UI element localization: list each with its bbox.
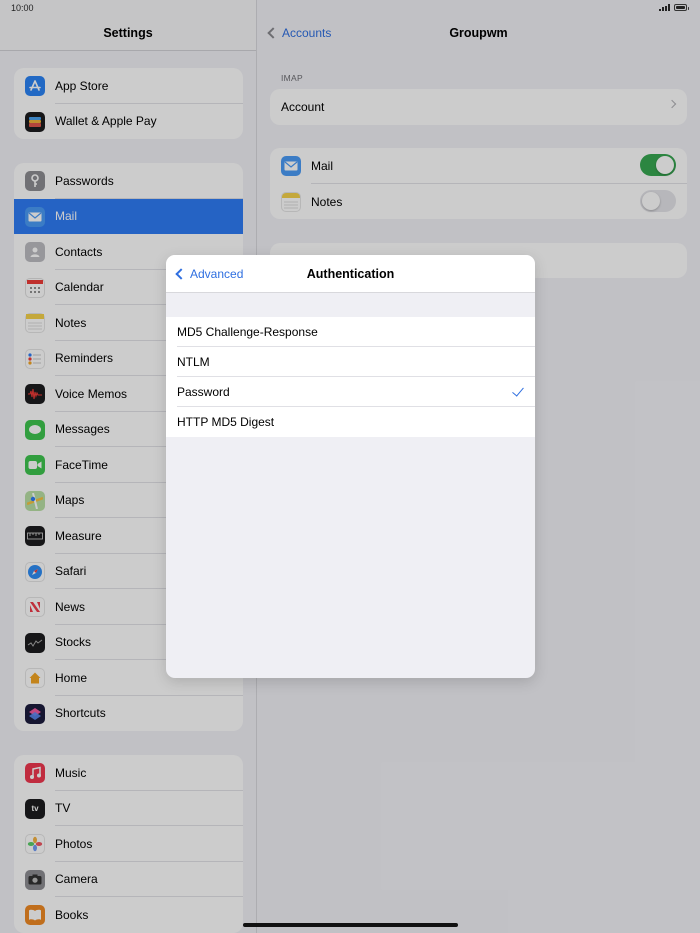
- modal-title: Authentication: [306, 267, 395, 281]
- authentication-modal: Advanced Authentication MD5 Challenge-Re…: [166, 255, 535, 678]
- auth-option-http-md5-digest[interactable]: HTTP MD5 Digest: [166, 407, 535, 437]
- status-indicators: [659, 4, 689, 11]
- status-bar: 10:00: [0, 0, 700, 18]
- cellular-signal-icon: [659, 4, 670, 11]
- checkmark-icon: [512, 384, 524, 397]
- status-time: 10:00: [11, 3, 34, 13]
- auth-option-ntlm[interactable]: NTLM: [166, 347, 535, 377]
- authentication-options: MD5 Challenge-Response NTLM Password HTT…: [166, 317, 535, 437]
- auth-option-password[interactable]: Password: [166, 377, 535, 407]
- battery-icon: [674, 4, 689, 11]
- auth-option-md5-challenge[interactable]: MD5 Challenge-Response: [166, 317, 535, 347]
- home-indicator[interactable]: [243, 923, 458, 927]
- modal-nav-bar: Advanced Authentication: [166, 255, 535, 293]
